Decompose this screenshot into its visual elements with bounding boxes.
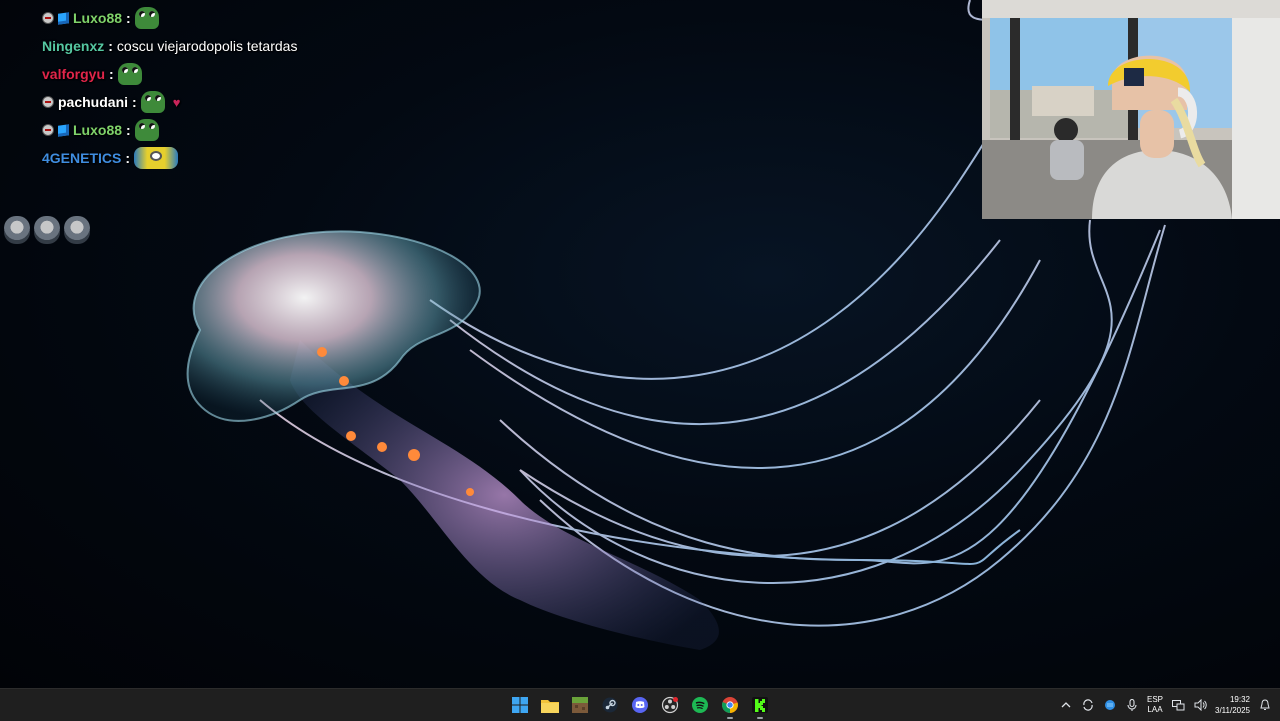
chat-separator: : [109, 66, 114, 82]
chat-message: 4GENETICS: [42, 144, 462, 172]
moderator-badge-icon [42, 124, 54, 136]
chevron-up-icon [1061, 702, 1071, 708]
sync-icon [1083, 699, 1093, 711]
chrome-button[interactable] [718, 691, 742, 719]
prime-badge-icon [58, 11, 69, 25]
moderator-badge-icon [42, 96, 54, 108]
speaker-icon [1194, 699, 1207, 711]
obs-icon [661, 696, 679, 714]
webcam-overlay [982, 0, 1280, 219]
frog-emote-icon [134, 7, 159, 29]
chat-message: Ningenxz: coscu viejarodopolis tetardas [42, 32, 462, 60]
emote-face [34, 216, 60, 244]
network-icon [1171, 699, 1184, 710]
emote-face [4, 216, 30, 244]
emote-face [64, 216, 90, 244]
keyboard-layout-code: LAA [1147, 705, 1163, 714]
folder-icon [541, 700, 559, 713]
frog-emote-icon [134, 119, 159, 141]
frog-emote-icon [117, 63, 142, 85]
frog-emote-icon [140, 91, 165, 113]
chat-message-text: coscu viejarodopolis tetardas [116, 38, 298, 54]
steam-icon [602, 697, 618, 713]
clock-time: 19:32 [1229, 695, 1250, 704]
minecraft-button[interactable] [568, 691, 592, 719]
spotify-button[interactable] [688, 691, 712, 719]
show-hidden-icons-button[interactable] [1059, 698, 1073, 712]
clock-date: 3/11/2025 [1215, 706, 1250, 715]
taskbar-apps [508, 689, 772, 721]
network-app-tray-button[interactable] [1103, 698, 1117, 712]
language-code: ESP [1146, 695, 1163, 704]
discord-icon [632, 697, 648, 713]
chat-message: Luxo88: [42, 116, 462, 144]
steam-button[interactable] [598, 691, 622, 719]
chat-username: Luxo88 [73, 10, 123, 26]
webcam-image [982, 0, 1280, 219]
chat-separator: : [125, 150, 131, 166]
discord-button[interactable] [628, 691, 652, 719]
sync-tray-button[interactable] [1081, 698, 1095, 712]
chat-message: Luxo88: [42, 4, 462, 32]
spotify-icon [692, 697, 708, 713]
tentacle [429, 0, 1031, 380]
tentacle [499, 229, 1161, 565]
chat-message: pachudani: ♥ [42, 88, 462, 116]
clock[interactable]: 19:32 3/11/2025 [1215, 694, 1250, 716]
emote-strip [4, 216, 90, 244]
chrome-icon [722, 697, 738, 713]
start-button[interactable] [508, 691, 532, 719]
chat-username: Ningenxz [42, 38, 105, 54]
microphone-tray-button[interactable] [1125, 698, 1139, 712]
microphone-icon [1127, 699, 1137, 711]
tentacle [449, 239, 1001, 426]
tentacle [519, 219, 1113, 584]
chat-separator: : [126, 10, 131, 26]
chat-username: valforgyu [42, 66, 106, 82]
chat-username: Luxo88 [73, 122, 123, 138]
chat-username: 4GENETICS [42, 150, 122, 166]
moderator-badge-icon [42, 12, 54, 24]
taskbar: ESP LAA 19:32 3/11/2025 [0, 688, 1280, 721]
chat-separator: : [108, 38, 113, 54]
desktop: Luxo88: Ningenxz: coscu viejarodopolis tet… [0, 0, 1280, 688]
windows-logo-icon [512, 697, 528, 713]
prime-badge-icon [58, 123, 69, 137]
language-indicator[interactable]: ESP LAA [1147, 695, 1163, 715]
chat-separator: : [126, 122, 131, 138]
system-tray: ESP LAA 19:32 3/11/2025 [1059, 689, 1272, 721]
heart-emote-icon: ♥ [172, 94, 181, 110]
minion-emote-icon [134, 147, 179, 169]
chat-username: pachudani [58, 94, 129, 110]
obs-button[interactable] [658, 691, 682, 719]
network-status-button[interactable] [1171, 698, 1185, 712]
kick-button[interactable] [748, 691, 772, 719]
chat-separator: : [132, 94, 137, 110]
kick-icon [752, 697, 768, 713]
chat-overlay: Luxo88: Ningenxz: coscu viejarodopolis tet… [42, 4, 462, 172]
file-explorer-button[interactable] [538, 691, 562, 719]
notification-bell-icon [1260, 699, 1270, 710]
volume-button[interactable] [1193, 698, 1207, 712]
minecraft-icon [572, 697, 588, 713]
chat-message: valforgyu: [42, 60, 462, 88]
globe-icon [1104, 700, 1115, 710]
notifications-button[interactable] [1258, 698, 1272, 712]
